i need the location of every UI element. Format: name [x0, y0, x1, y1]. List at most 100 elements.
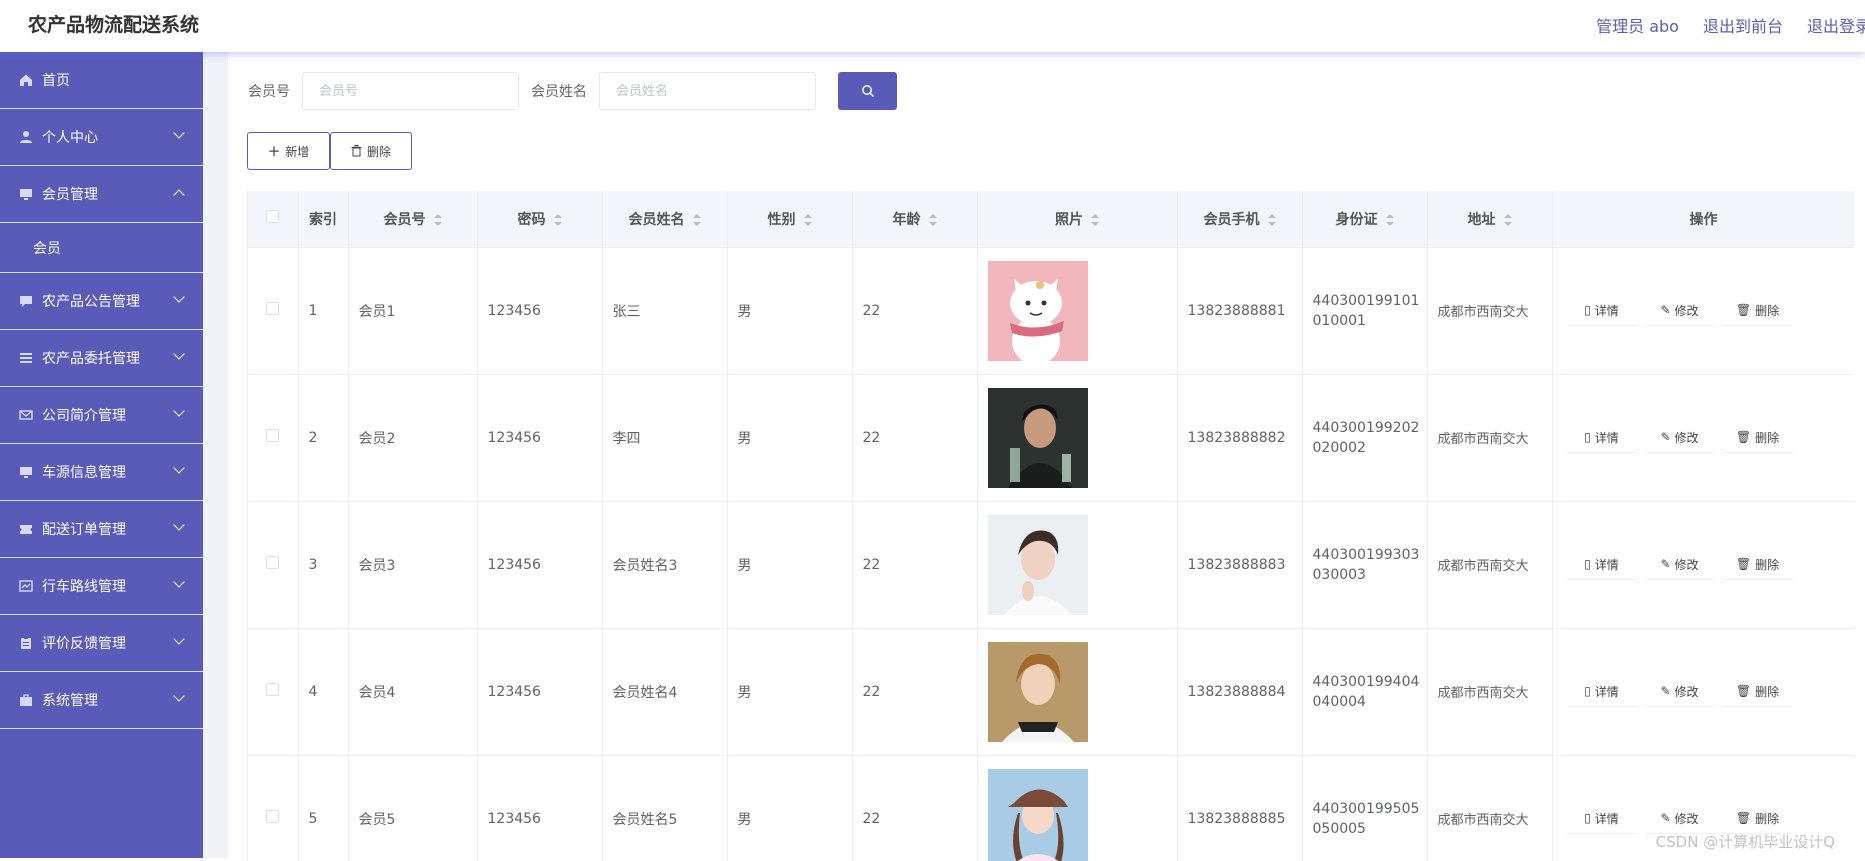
sidebar-item-vehicle-info[interactable]: 车源信息管理 — [0, 444, 203, 501]
admin-name-link[interactable]: 管理员 abo — [1596, 13, 1679, 37]
cell-id-card: 440300199101010001 — [1302, 247, 1427, 374]
member-no-label: 会员号 — [248, 81, 290, 101]
cell-id-card: 440300199202020002 — [1302, 374, 1427, 501]
id-line: 040004 — [1313, 692, 1427, 712]
briefcase-icon — [18, 692, 34, 708]
row-select-cell — [248, 247, 298, 374]
sort-icon[interactable] — [1091, 214, 1099, 226]
edit-button[interactable]: ✎修改 — [1645, 550, 1715, 580]
row-checkbox[interactable] — [266, 810, 279, 823]
sort-icon[interactable] — [1386, 214, 1394, 226]
edit-button[interactable]: ✎修改 — [1645, 423, 1715, 453]
edit-button[interactable]: ✎修改 — [1645, 296, 1715, 326]
column-header-id-card[interactable]: 身份证 — [1302, 191, 1427, 247]
edit-icon: ✎ — [1660, 684, 1670, 698]
sort-icon[interactable] — [804, 214, 812, 226]
sort-icon[interactable] — [434, 214, 442, 226]
detail-button[interactable]: ▯详情 — [1567, 296, 1637, 326]
sidebar-item-label: 系统管理 — [42, 690, 98, 710]
delete-row-button[interactable]: 🗑删除 — [1723, 804, 1793, 834]
member-name-input[interactable] — [599, 72, 816, 110]
detail-button[interactable]: ▯详情 — [1567, 423, 1637, 453]
edit-button[interactable]: ✎修改 — [1645, 677, 1715, 707]
cell-gender: 男 — [727, 374, 852, 501]
column-header-address[interactable]: 地址 — [1427, 191, 1552, 247]
delete-row-button[interactable]: 🗑删除 — [1723, 296, 1793, 326]
sort-icon[interactable] — [1268, 214, 1276, 226]
row-checkbox[interactable] — [266, 683, 279, 696]
cell-age: 22 — [852, 628, 977, 755]
delete-button[interactable]: 删除 — [330, 132, 412, 170]
delete-row-button[interactable]: 🗑删除 — [1723, 423, 1793, 453]
sidebar-item-company-profile[interactable]: 公司简介管理 — [0, 387, 203, 444]
add-button[interactable]: + 新增 — [247, 132, 330, 170]
delete-label: 删除 — [1755, 429, 1779, 446]
table-row: 1 会员1 123456 张三 男 22 13823888881 4403001… — [248, 247, 1854, 374]
member-no-input[interactable] — [302, 72, 519, 110]
cell-phone: 13823888881 — [1177, 247, 1302, 374]
member-photo[interactable] — [988, 515, 1088, 615]
search-button[interactable] — [838, 72, 897, 110]
sidebar-item-route-management[interactable]: 行车路线管理 — [0, 558, 203, 615]
sidebar-subitem-member[interactable]: 会员 — [0, 223, 203, 273]
cell-address: 成都市西南交大 — [1427, 755, 1552, 861]
row-checkbox[interactable] — [266, 429, 279, 442]
trash-icon: 🗑 — [1736, 684, 1751, 698]
cell-id-card: 440300199303030003 — [1302, 501, 1427, 628]
row-checkbox[interactable] — [266, 302, 279, 315]
detail-button[interactable]: ▯详情 — [1567, 550, 1637, 580]
header-label: 身份证 — [1336, 212, 1378, 228]
sort-icon[interactable] — [929, 214, 937, 226]
edit-label: 修改 — [1675, 302, 1699, 319]
search-bar: 会员号 会员姓名 — [248, 72, 897, 110]
detail-label: 详情 — [1595, 429, 1619, 446]
column-header-name[interactable]: 会员姓名 — [602, 191, 727, 247]
detail-button[interactable]: ▯详情 — [1567, 677, 1637, 707]
id-line: 440300199101 — [1313, 291, 1427, 311]
member-photo[interactable] — [988, 769, 1088, 861]
column-header-index: 索引 — [298, 191, 348, 247]
column-header-photo[interactable]: 照片 — [977, 191, 1177, 247]
delete-row-button[interactable]: 🗑删除 — [1723, 550, 1793, 580]
column-header-gender[interactable]: 性别 — [727, 191, 852, 247]
column-header-member-no[interactable]: 会员号 — [348, 191, 477, 247]
cell-name: 会员姓名4 — [602, 628, 727, 755]
delete-row-button[interactable]: 🗑删除 — [1723, 677, 1793, 707]
select-all-checkbox[interactable] — [266, 210, 279, 223]
detail-button[interactable]: ▯详情 — [1567, 804, 1637, 834]
sidebar-item-member-management[interactable]: 会员管理 — [0, 166, 203, 223]
chevron-down-icon — [173, 462, 184, 473]
sidebar-item-delivery-orders[interactable]: 配送订单管理 — [0, 501, 203, 558]
trash-icon — [351, 145, 362, 157]
sidebar-item-label: 个人中心 — [42, 127, 98, 147]
row-checkbox[interactable] — [266, 556, 279, 569]
cell-age: 22 — [852, 501, 977, 628]
sidebar-item-system-management[interactable]: 系统管理 — [0, 672, 203, 729]
sidebar-item-label: 农产品委托管理 — [42, 348, 140, 368]
id-line: 020002 — [1313, 438, 1427, 458]
edit-button[interactable]: ✎修改 — [1645, 804, 1715, 834]
member-photo[interactable] — [988, 388, 1088, 488]
sidebar-subitem-label: 会员 — [33, 238, 61, 258]
member-photo[interactable] — [988, 261, 1088, 361]
sort-icon[interactable] — [693, 214, 701, 226]
cell-id-card: 440300199404040004 — [1302, 628, 1427, 755]
member-photo[interactable] — [988, 642, 1088, 742]
sidebar-item-notice-management[interactable]: 农产品公告管理 — [0, 273, 203, 330]
column-header-phone[interactable]: 会员手机 — [1177, 191, 1302, 247]
header-label: 操作 — [1690, 212, 1718, 228]
table-row: 3 会员3 123456 会员姓名3 男 22 13823888883 4403… — [248, 501, 1854, 628]
exit-to-front-link[interactable]: 退出到前台 — [1703, 13, 1783, 37]
sort-icon[interactable] — [554, 214, 562, 226]
sidebar-item-feedback-management[interactable]: 评价反馈管理 — [0, 615, 203, 672]
sidebar-item-home[interactable]: 首页 — [0, 52, 203, 109]
list-icon — [18, 350, 34, 366]
column-header-age[interactable]: 年龄 — [852, 191, 977, 247]
table-row: 4 会员4 123456 会员姓名4 男 22 13823888884 4403… — [248, 628, 1854, 755]
sidebar-item-personal-center[interactable]: 个人中心 — [0, 109, 203, 166]
sort-icon[interactable] — [1504, 214, 1512, 226]
cell-gender: 男 — [727, 628, 852, 755]
sidebar-item-entrust-management[interactable]: 农产品委托管理 — [0, 330, 203, 387]
column-header-password[interactable]: 密码 — [477, 191, 602, 247]
logout-link[interactable]: 退出登录 — [1807, 13, 1865, 37]
